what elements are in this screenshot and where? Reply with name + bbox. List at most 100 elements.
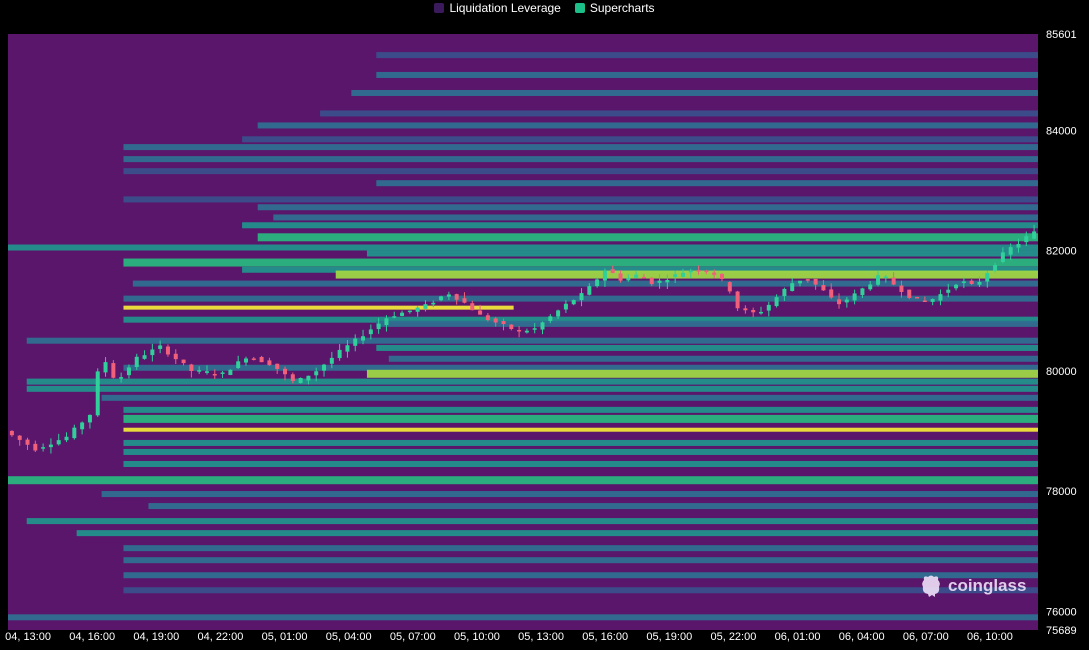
candle-body xyxy=(400,312,405,317)
candle-body xyxy=(220,372,225,374)
y-axis: 75689 76000 78000 80000 82000 84000 85601 xyxy=(1046,29,1077,637)
x-tick-label: 05, 10:00 xyxy=(454,631,500,643)
liquidation-heatmap-chart[interactable]: 75689 76000 78000 80000 82000 84000 85601 04, … xyxy=(0,0,1089,645)
liquidation-band xyxy=(388,355,1039,362)
candle-body xyxy=(41,447,46,449)
candle-body xyxy=(25,439,30,445)
candle-body xyxy=(165,346,170,355)
candle-body xyxy=(290,374,295,382)
candle-body xyxy=(72,427,77,439)
candle-body xyxy=(634,274,639,278)
liquidation-band xyxy=(123,448,1038,455)
liquidation-band xyxy=(376,344,1038,351)
candle-body xyxy=(556,310,561,317)
candle-body xyxy=(111,363,116,378)
candle-body xyxy=(524,330,529,333)
candle-body xyxy=(306,375,311,381)
x-tick-label: 05, 19:00 xyxy=(646,631,692,643)
candle-body xyxy=(579,293,584,301)
liquidation-band xyxy=(123,168,1038,175)
legend-item-supercharts[interactable]: Supercharts xyxy=(574,1,655,15)
liquidation-band xyxy=(366,250,1038,257)
candle-body xyxy=(509,324,514,330)
candle-body xyxy=(212,374,217,376)
x-tick-label: 04, 13:00 xyxy=(5,631,51,643)
candle-body xyxy=(891,277,896,285)
x-tick-label: 05, 04:00 xyxy=(326,631,372,643)
candle-body xyxy=(930,299,935,302)
y-tick-label: 82000 xyxy=(1046,246,1077,258)
candle-body xyxy=(322,364,327,371)
candle-body xyxy=(431,302,436,305)
liquidation-band xyxy=(123,156,1038,163)
candle-body xyxy=(938,294,943,301)
candle-body xyxy=(423,304,428,309)
x-tick-label: 04, 22:00 xyxy=(197,631,243,643)
liquidation-band xyxy=(8,614,1038,621)
candle-body xyxy=(751,309,756,313)
x-axis: 04, 13:00 04, 16:00 04, 19:00 04, 22:00 05, … xyxy=(5,631,1013,643)
candle-body xyxy=(56,440,61,445)
candle-body xyxy=(969,280,974,284)
candle-body xyxy=(954,284,959,289)
candle-body xyxy=(267,360,272,366)
candle-body xyxy=(626,278,631,281)
liquidation-band xyxy=(8,476,1038,485)
candle-body xyxy=(696,270,701,272)
x-tick-label: 06, 10:00 xyxy=(967,631,1013,643)
candle-body xyxy=(774,297,779,307)
y-tick-label: 75689 xyxy=(1046,625,1077,637)
candle-body xyxy=(595,279,600,287)
candle-body xyxy=(298,377,303,384)
candle-body xyxy=(1016,244,1021,248)
candle-body xyxy=(993,264,998,271)
chart-legend: Liquidation Leverage Supercharts xyxy=(0,0,1089,16)
candle-body xyxy=(758,311,763,314)
candle-body xyxy=(64,436,69,441)
liquidation-band xyxy=(101,491,1039,498)
candle-body xyxy=(727,282,732,292)
candle-body xyxy=(837,299,842,305)
candle-body xyxy=(173,353,178,360)
candle-body xyxy=(95,371,100,416)
legend-item-liquidation-leverage[interactable]: Liquidation Leverage xyxy=(434,1,561,15)
candle-body xyxy=(712,272,717,275)
x-tick-label: 04, 16:00 xyxy=(69,631,115,643)
candle-body xyxy=(517,330,522,332)
candle-body xyxy=(368,329,373,335)
y-tick-label: 84000 xyxy=(1046,125,1077,137)
candle-body xyxy=(688,270,693,273)
candle-body xyxy=(821,285,826,291)
liquidation-band xyxy=(123,557,1038,564)
candle-body xyxy=(228,369,233,375)
candle-body xyxy=(563,303,568,310)
candle-body xyxy=(1024,236,1029,243)
candle-body xyxy=(852,293,857,301)
candle-body xyxy=(353,338,358,346)
liquidation-band xyxy=(320,110,1038,117)
candle-body xyxy=(251,358,256,360)
candle-body xyxy=(657,280,662,283)
candle-body xyxy=(361,336,366,341)
liquidation-band xyxy=(123,572,1038,579)
candle-body xyxy=(470,303,475,311)
candle-body xyxy=(329,357,334,364)
candle-body xyxy=(17,435,22,440)
candle-body xyxy=(743,308,748,311)
x-tick-label: 06, 07:00 xyxy=(903,631,949,643)
candle-body xyxy=(704,270,709,273)
x-tick-label: 05, 13:00 xyxy=(518,631,564,643)
liquidation-band xyxy=(123,144,1038,151)
candle-body xyxy=(868,284,873,290)
candle-body xyxy=(961,281,966,283)
candle-body xyxy=(462,298,467,303)
y-tick-label: 78000 xyxy=(1046,486,1077,498)
candle-body xyxy=(376,323,381,330)
candle-body xyxy=(439,296,444,301)
candle-body xyxy=(337,349,342,359)
legend-swatch-liquidation-leverage xyxy=(434,3,445,13)
candle-body xyxy=(103,362,108,373)
y-tick-label: 76000 xyxy=(1046,606,1077,618)
candle-body xyxy=(782,288,787,297)
candle-body xyxy=(883,276,888,279)
